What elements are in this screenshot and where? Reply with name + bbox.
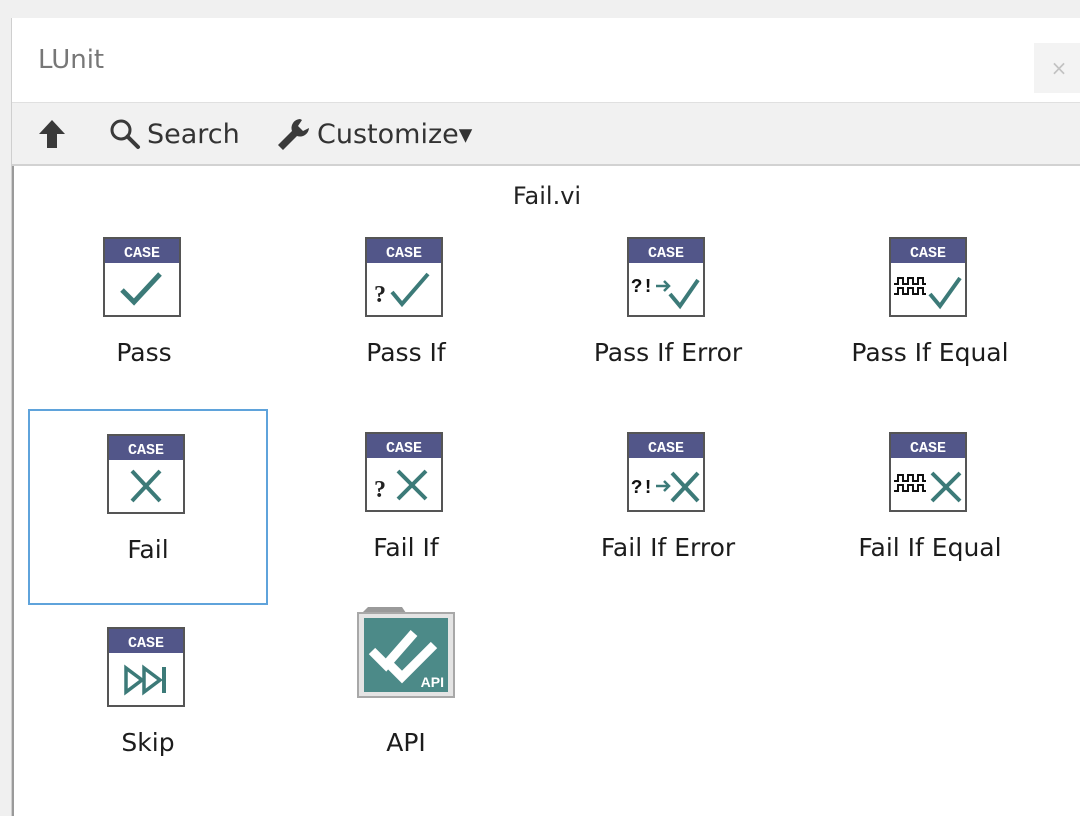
customize-label: Customize▾	[317, 118, 473, 150]
skip-forward-icon: CASE	[107, 627, 185, 707]
case-badge: CASE	[648, 440, 684, 457]
wrench-icon	[278, 119, 309, 150]
item-label: Pass If Error	[593, 338, 743, 367]
palette-item-fail[interactable]: CASE Fail	[28, 409, 268, 605]
item-label: Fail If Equal	[858, 533, 1002, 562]
check-icon: CASE	[103, 237, 181, 317]
case-badge: CASE	[648, 245, 684, 262]
search-button[interactable]: Search	[108, 111, 240, 157]
case-badge: CASE	[386, 440, 422, 457]
item-label: Skip	[121, 728, 175, 757]
palette-item-pass-if-equal[interactable]: CASE Pass If Equal	[810, 214, 1050, 410]
case-badge: CASE	[124, 245, 160, 262]
palette-item-fail-if-equal[interactable]: CASE Fail If Equal	[810, 409, 1050, 605]
item-label: Fail If Error	[600, 533, 736, 562]
waveform-check-icon: CASE	[889, 237, 967, 317]
error-arrow-x-icon: CASE ?!	[627, 432, 705, 512]
search-label: Search	[147, 118, 240, 150]
customize-button[interactable]: Customize▾	[274, 111, 472, 157]
palette-item-fail-if-error[interactable]: CASE ?! Fail If Error	[548, 409, 788, 605]
error-arrow-check-icon: CASE ?!	[627, 237, 705, 317]
api-badge: API	[421, 674, 444, 690]
palette-item-pass-if-error[interactable]: CASE ?! Pass If Error	[548, 214, 788, 410]
palette-item-api[interactable]: API API	[286, 604, 526, 800]
item-label: Pass If Equal	[851, 338, 1009, 367]
palette-subtitle: Fail.vi	[512, 182, 582, 210]
up-arrow-icon	[39, 120, 65, 148]
case-badge: CASE	[128, 442, 164, 459]
palette-item-pass[interactable]: CASE Pass	[24, 214, 264, 410]
api-folder-icon: API	[357, 607, 455, 698]
title-bar: LUnit ×	[12, 18, 1080, 102]
question-x-icon: CASE ?	[365, 432, 443, 512]
case-badge: CASE	[910, 245, 946, 262]
error-glyph: ?!	[631, 477, 654, 499]
item-label: Fail If	[373, 533, 439, 562]
x-mark-icon: CASE	[107, 434, 185, 514]
close-button[interactable]: ×	[1034, 43, 1080, 93]
up-button[interactable]	[34, 111, 70, 157]
case-badge: CASE	[386, 245, 422, 262]
case-badge: CASE	[128, 635, 164, 652]
waveform-x-icon: CASE	[889, 432, 967, 512]
item-label: API	[386, 728, 426, 757]
window-title: LUnit	[38, 45, 105, 75]
magnifier-icon	[110, 119, 140, 149]
palette-panel: Fail.vi CASE Pass CASE ? Pass If CASE ?!…	[12, 166, 1080, 816]
item-label: Pass	[116, 338, 172, 367]
toolbar: Search Customize▾	[12, 102, 1080, 166]
lunit-palette-window: LUnit × Search Customize▾ Fail.vi CASE P…	[11, 18, 1080, 816]
case-badge: CASE	[910, 440, 946, 457]
question-glyph: ?	[374, 477, 386, 503]
question-check-icon: CASE ?	[365, 237, 443, 317]
close-icon: ×	[1050, 56, 1068, 80]
question-glyph: ?	[374, 282, 386, 308]
item-label: Pass If	[366, 338, 446, 367]
palette-item-skip[interactable]: CASE Skip	[28, 604, 268, 800]
palette-item-fail-if[interactable]: CASE ? Fail If	[286, 409, 526, 605]
palette-item-pass-if[interactable]: CASE ? Pass If	[286, 214, 526, 410]
error-glyph: ?!	[631, 276, 654, 298]
item-label: Fail	[127, 535, 169, 564]
